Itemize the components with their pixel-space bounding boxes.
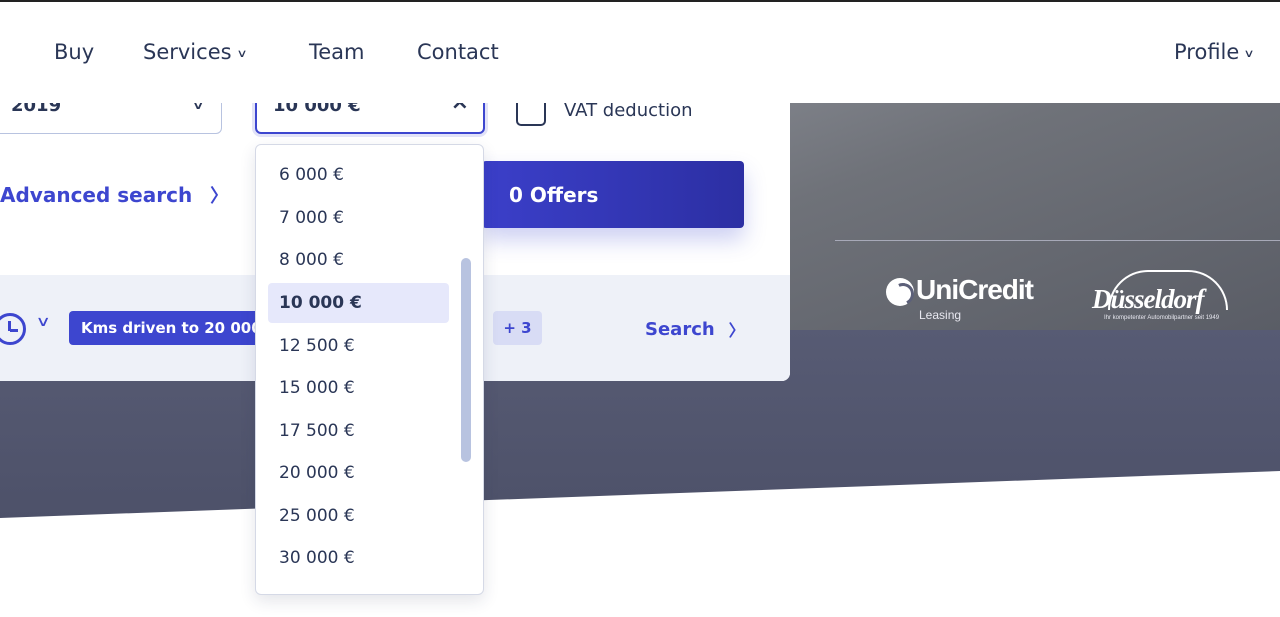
advanced-search-label: Advanced search <box>0 183 193 207</box>
chevron-down-icon: ∨ <box>1243 46 1255 60</box>
nav-team-label: Team <box>309 40 365 64</box>
offers-button[interactable]: 0 Offers <box>482 161 744 228</box>
unicredit-sub: Leasing <box>919 308 962 322</box>
filter-chip-label: Kms driven to 20 000 km <box>81 319 269 337</box>
dropdown-scrollbar[interactable] <box>461 258 471 462</box>
price-option[interactable]: 17 500 € <box>268 411 449 451</box>
partner-divider <box>835 240 1280 241</box>
vat-deduction-label: VAT deduction <box>564 100 693 121</box>
unicredit-leasing-logo: UniCredit Leasing <box>886 274 1046 326</box>
site-header: Buy Services ∨ Team Contact Profile ∨ <box>0 0 1280 103</box>
price-option[interactable]: 30 000 € <box>268 538 449 578</box>
unicredit-name: UniCredit <box>916 274 1034 305</box>
price-option[interactable]: 8 000 € <box>268 240 449 280</box>
price-option[interactable]: 15 000 € <box>268 368 449 408</box>
price-option[interactable]: 7 000 € <box>268 198 449 238</box>
chevron-right-icon: 〉 <box>728 321 745 340</box>
advanced-search-link[interactable]: Advanced search 〉 <box>0 182 228 208</box>
dusseldorf-name: Düsseldorf <box>1092 284 1205 314</box>
nav-team[interactable]: Team <box>309 40 365 64</box>
nav-contact-label: Contact <box>417 40 499 64</box>
nav-contact[interactable]: Contact <box>417 40 499 64</box>
nav-services[interactable]: Services ∨ <box>143 40 248 64</box>
price-option[interactable]: 12 500 € <box>268 326 449 366</box>
price-dropdown: 6 000 € 7 000 € 8 000 € 10 000 € 12 500 … <box>255 144 484 595</box>
dusseldorf-sub: Ihr kompetenter Automobilpartner seit 19… <box>1104 315 1220 321</box>
offers-label: 0 Offers <box>509 182 599 207</box>
dusseldorf-logo: Düsseldorf Ihr kompetenter Automobilpart… <box>1090 270 1240 326</box>
unicredit-mark-icon <box>886 278 914 306</box>
price-option[interactable]: 20 000 € <box>268 453 449 493</box>
nav-services-label: Services <box>143 40 232 64</box>
filter-chip[interactable]: Kms driven to 20 000 km <box>69 311 269 345</box>
chevron-down-icon: ∨ <box>235 46 248 60</box>
price-option[interactable]: 6 000 € <box>268 155 449 195</box>
price-option[interactable]: 25 000 € <box>268 496 449 536</box>
history-search-link[interactable]: Search 〉 <box>645 317 745 341</box>
nav-buy-label: Buy <box>54 40 95 64</box>
nav-buy[interactable]: Buy <box>54 40 94 64</box>
chevron-down-icon[interactable]: ∨ <box>35 314 50 330</box>
more-filters-badge[interactable]: + 3 <box>493 311 542 345</box>
nav-profile-label: Profile <box>1174 40 1240 64</box>
chevron-right-icon: 〉 <box>210 186 229 207</box>
nav-profile[interactable]: Profile ∨ <box>1174 40 1255 64</box>
history-search-label: Search <box>645 318 715 340</box>
price-option-selected[interactable]: 10 000 € <box>268 283 449 323</box>
